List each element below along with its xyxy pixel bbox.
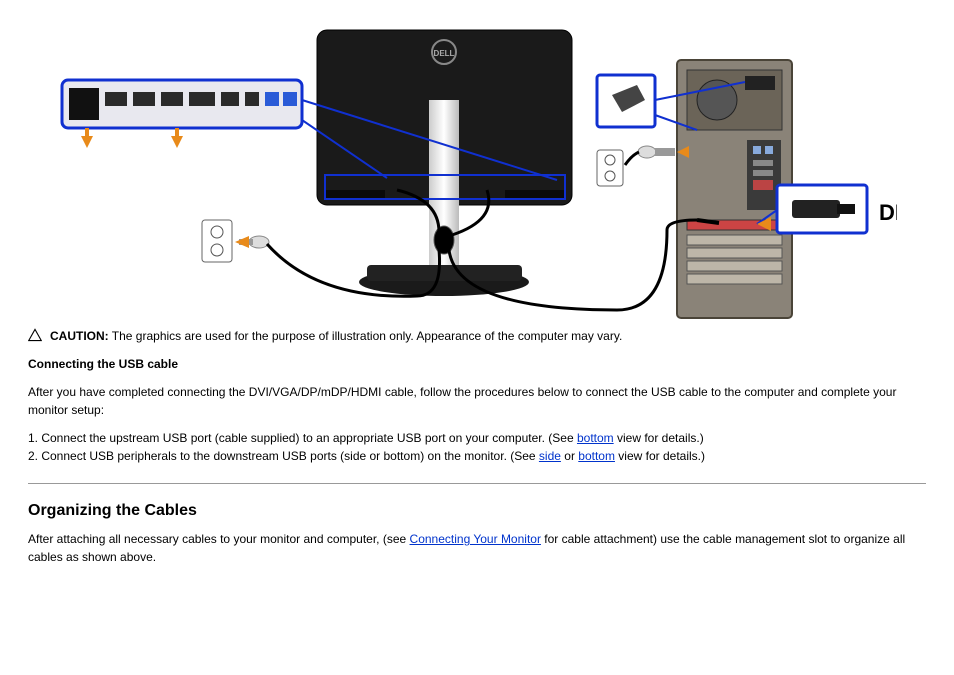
organizing-cables-heading: Organizing the Cables [28, 502, 926, 520]
organizing-intro-text: After attaching all necessary cables to … [28, 532, 410, 546]
or-text: or [561, 449, 578, 463]
connection-diagram: DELL [28, 20, 926, 320]
caution-text: CAUTION: The graphics are used for the p… [50, 328, 622, 345]
caution-body: The graphics are used for the purpose of… [109, 329, 623, 343]
caution-note: CAUTION: The graphics are used for the p… [28, 328, 926, 345]
caution-icon [28, 328, 42, 342]
usb-step1-text: Connect the upstream USB port (cable sup… [41, 431, 577, 445]
usb-step2-suffix: view for details.) [615, 449, 705, 463]
svg-text:DP: DP [879, 200, 897, 225]
usb-heading: Connecting the USB cable [28, 355, 926, 373]
connecting-monitor-link[interactable]: Connecting Your Monitor [410, 532, 541, 546]
organizing-intro: After attaching all necessary cables to … [28, 530, 926, 566]
bottom-view-link-2[interactable]: bottom [578, 449, 615, 463]
diagram-svg: DELL [57, 20, 897, 320]
usb-intro: After you have completed connecting the … [28, 383, 926, 419]
usb-step1: 1. Connect the upstream USB port (cable … [28, 429, 926, 465]
side-view-link[interactable]: side [539, 449, 561, 463]
usb-heading-text: Connecting the USB cable [28, 357, 178, 371]
bottom-view-link[interactable]: bottom [577, 431, 614, 445]
caution-label: CAUTION: [50, 329, 109, 343]
usb-step1-suffix: view for details.) [614, 431, 704, 445]
svg-text:DELL: DELL [434, 49, 455, 58]
usb-step2-text: Connect USB peripherals to the downstrea… [41, 449, 539, 463]
section-divider [28, 483, 926, 484]
